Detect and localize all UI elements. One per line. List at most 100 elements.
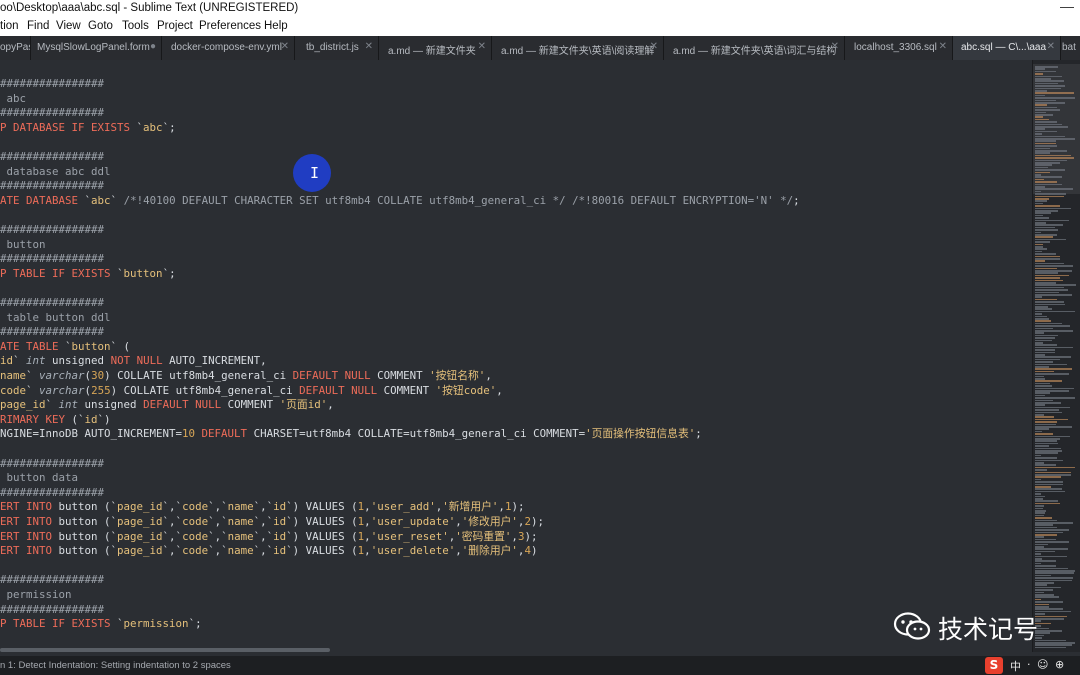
minimap[interactable] [1032,60,1080,652]
code-line: ################ [0,223,104,237]
menu-find[interactable]: Find [27,20,49,32]
minimap-line [1035,572,1074,574]
close-icon[interactable]: ✕ [478,41,486,52]
minimap-line [1035,361,1053,363]
code-token: ) COLLATE utf8mb4_general_ci [104,369,293,382]
code-line: ################ [0,603,104,617]
code-token: `) VALUES ( [286,529,358,543]
close-icon[interactable]: ✕ [1047,41,1055,52]
unsaved-dot-icon[interactable]: ● [150,41,156,52]
minimap-line [1035,378,1045,380]
minimap-line [1035,104,1047,106]
minimap-line [1035,90,1047,92]
menu-goto[interactable]: Goto [88,20,113,32]
code-token: table button ddl [0,310,111,324]
tab-a-md-1[interactable]: a.md — 新建文件夹 ✕ [379,36,492,60]
code-token: 'user_add' [370,500,436,514]
menu-help[interactable]: Help [264,20,288,32]
code-token: abc [0,91,27,105]
minimap-line [1035,248,1047,250]
code-token: ` [13,354,27,368]
minimap-line [1035,75,1062,78]
ime-emoji-icon[interactable]: ☺ [1037,658,1048,671]
minimap-line [1035,243,1043,246]
close-icon[interactable]: ✕ [650,41,658,52]
menu-project[interactable]: Project [157,20,193,32]
tab-a-md-3[interactable]: a.md — 新建文件夹\英语\词汇与结构 ✕ [664,36,845,60]
ime-punctuation-icon[interactable]: · [1027,658,1031,671]
tab-copypaste[interactable]: opyPast [0,36,31,60]
code-token: ATE DATABASE [0,193,85,207]
code-token: id [0,354,14,368]
tab-mysqlslowlogpanel[interactable]: MysqlSlowLogPanel.form ● [31,36,162,60]
code-token: ################ [0,106,105,120]
tab-bat[interactable]: bat [1061,36,1080,60]
menu-preferences[interactable]: Preferences [199,20,261,32]
tab-tb-district[interactable]: tb_district.js ✕ [295,36,379,60]
ime-settings-icon[interactable]: ⊕ [1055,658,1064,671]
code-token: DEFAULT NULL [292,369,371,382]
minimap-line [1035,562,1041,565]
minimap-line [1035,138,1075,140]
close-icon[interactable]: ✕ [281,41,289,52]
minimap-line [1035,260,1045,262]
code-token: `) VALUES ( [286,544,358,558]
minimap-line [1035,212,1051,214]
code-token: 'user_reset' [370,529,449,543]
menu-view[interactable]: View [56,20,81,32]
close-icon[interactable]: ✕ [831,41,839,52]
menu-tools[interactable]: Tools [122,20,149,32]
code-token: code [182,500,209,514]
tab-label: docker-compose-env.yml [171,42,282,53]
minimap-line [1035,390,1069,392]
code-line: table button ddl [0,311,111,325]
sogou-ime-icon[interactable]: S [985,657,1003,674]
code-token: COMMENT [221,398,280,412]
tab-a-md-2[interactable]: a.md — 新建文件夹\英语\阅读理解 ✕ [492,36,664,60]
minimap-line [1035,430,1042,433]
minimap-line [1035,370,1054,373]
minimap-line [1035,428,1049,430]
code-token: ); [511,500,525,514]
code-token: ################ [0,325,105,339]
minimap-line [1035,70,1056,73]
code-token: unsigned [45,354,111,368]
tab-localhost-sql[interactable]: localhost_3306.sql ✕ [845,36,953,60]
tab-label: bat [1062,42,1076,53]
minimap-line [1035,615,1067,618]
code-token: id [84,412,98,426]
minimap-line [1035,176,1062,178]
code-line: id` int unsigned NOT NULL AUTO_INCREMENT… [0,354,267,368]
minimap-line [1035,164,1052,166]
minimap-line [1035,202,1043,205]
minimap-line [1035,123,1062,126]
code-token: '页面操作按钮信息表' [585,427,696,441]
horizontal-scrollbar[interactable] [0,648,330,652]
code-token: code [182,529,209,543]
minimap-line [1035,392,1050,394]
minimap-line [1035,548,1068,550]
close-icon[interactable]: ✕ [365,41,373,52]
code-token: ERT INTO [0,529,53,543]
code-editor[interactable]: ################ abc ################ P DA… [0,60,1032,652]
minimap-line [1035,397,1075,399]
code-token: button (` [52,500,118,514]
close-icon[interactable]: ✕ [939,41,947,52]
code-token: '密码重置' [455,529,512,543]
code-token: varchar [39,369,85,382]
code-token: ); [524,529,538,543]
code-token: `,` [253,544,274,558]
ime-chinese-mode[interactable]: 中 [1010,658,1021,674]
code-line: button data [0,471,79,485]
minimap-line [1035,265,1073,267]
minimap-line [1035,514,1044,517]
minimap-line [1035,85,1065,87]
menu-selection[interactable]: tion [0,20,19,32]
code-token: int [26,354,46,368]
code-token: button (` [52,529,118,543]
minimize-button[interactable]: — [1060,0,1074,14]
tab-abc-sql[interactable]: abc.sql — C\...\aaa ✕ [953,36,1061,60]
code-token: ################ [0,77,105,90]
tab-docker-compose[interactable]: docker-compose-env.yml ✕ [162,36,295,60]
code-line: ################ [0,325,104,339]
